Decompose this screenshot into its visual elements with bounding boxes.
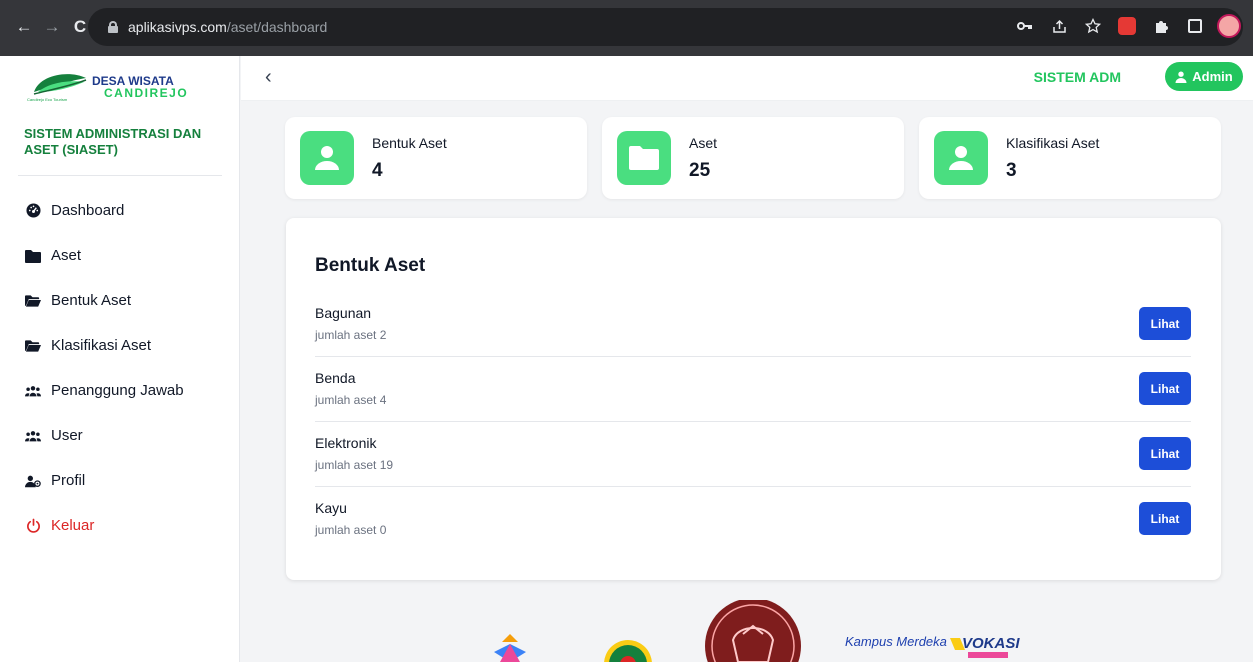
list-item: Kayu jumlah aset 0 Lihat (315, 487, 1191, 552)
stat-label: Bentuk Aset (372, 135, 447, 151)
stat-label: Aset (689, 135, 718, 151)
stat-card-bentuk-aset: Bentuk Aset 4 (285, 117, 587, 199)
extension-icon[interactable] (1115, 14, 1139, 38)
vokasi-logo: VOKASI (950, 635, 1020, 658)
window-icon[interactable] (1183, 14, 1207, 38)
list-item: Bagunan jumlah aset 2 Lihat (315, 292, 1191, 357)
partner-logos: Kampus Merdeka VOKASI (494, 598, 1020, 662)
browser-chrome: ← → C aplikasivps.com/aset/dashboard (0, 0, 1253, 56)
bentuk-aset-list: Bagunan jumlah aset 2 Lihat Benda jumlah… (315, 292, 1191, 552)
sidebar-item-klasifikasi-aset[interactable]: Klasifikasi Aset (0, 323, 240, 368)
puzzle-icon[interactable] (1149, 14, 1173, 38)
sidebar-item-label: Keluar (51, 517, 95, 534)
stat-value: 3 (1006, 160, 1017, 181)
star-logo-icon (494, 634, 526, 662)
bentuk-aset-panel: Bentuk Aset Bagunan jumlah aset 2 Lihat … (286, 218, 1221, 580)
desa-wisata-logo[interactable]: DESA WISATA CANDIREJO Candirejo Eco Tour… (22, 64, 218, 104)
sidebar-item-bentuk-aset[interactable]: Bentuk Aset (0, 278, 240, 323)
stat-value: 25 (689, 160, 711, 181)
users-icon (25, 428, 41, 444)
sidebar-item-label: Dashboard (51, 202, 125, 219)
item-name: Benda (315, 370, 356, 386)
system-label: SISTEM ADM (1033, 69, 1121, 85)
sidebar: DESA WISATA CANDIREJO Candirejo Eco Tour… (0, 56, 240, 662)
stat-value: 4 (372, 160, 383, 181)
sidebar-item-penanggung-jawab[interactable]: Penanggung Jawab (0, 368, 240, 413)
footer-logos: Kampus Merdeka VOKASI (480, 598, 1040, 662)
item-count: jumlah aset 2 (315, 328, 387, 342)
panel-title: Bentuk Aset (315, 255, 426, 276)
stat-card-klasifikasi-aset: Klasifikasi Aset 3 (919, 117, 1221, 199)
sidebar-item-label: Bentuk Aset (51, 292, 132, 309)
user-icon (300, 131, 354, 185)
item-count: jumlah aset 4 (315, 393, 387, 407)
list-item: Benda jumlah aset 4 Lihat (315, 357, 1191, 422)
sidebar-item-label: Aset (51, 247, 82, 264)
item-name: Kayu (315, 500, 347, 516)
sidebar-item-keluar[interactable]: Keluar (0, 503, 240, 548)
url-domain: aplikasivps.com (128, 19, 227, 35)
forward-arrow-icon[interactable]: → (38, 13, 66, 41)
sidebar-item-profil[interactable]: Profil (0, 458, 240, 503)
sidebar-divider (18, 175, 222, 176)
admin-button[interactable]: Admin (1165, 62, 1243, 91)
university-seal-icon (705, 598, 801, 662)
emblem-logo-icon (604, 640, 652, 662)
sidebar-menu: Dashboard Aset Bentuk Aset Klasifikasi A… (0, 188, 240, 548)
profile-avatar-icon[interactable] (1217, 14, 1241, 38)
folder-open-icon (25, 338, 41, 354)
system-title: SISTEM ADMINISTRASI DAN ASET (SIASET) (24, 126, 202, 157)
folder-icon (617, 131, 671, 185)
lihat-button[interactable]: Lihat (1139, 372, 1191, 405)
logo-tagline: Candirejo Eco Tourism (27, 97, 68, 102)
kampus-merdeka-logo: Kampus Merdeka (845, 634, 947, 649)
url-path: /aset/dashboard (226, 19, 328, 35)
users-icon (25, 383, 41, 399)
sidebar-item-label: Penanggung Jawab (51, 382, 184, 399)
lock-icon (108, 21, 118, 33)
dashboard-icon (25, 203, 41, 219)
list-item: Elektronik jumlah aset 19 Lihat (315, 422, 1191, 487)
user-icon (1175, 71, 1187, 83)
user-cog-icon (25, 473, 41, 489)
back-arrow-icon[interactable]: ← (10, 13, 38, 41)
sidebar-item-label: Klasifikasi Aset (51, 337, 152, 354)
item-count: jumlah aset 19 (315, 458, 394, 472)
lihat-button[interactable]: Lihat (1139, 502, 1191, 535)
lihat-button[interactable]: Lihat (1139, 307, 1191, 340)
stat-card-aset: Aset 25 (602, 117, 904, 199)
collapse-sidebar-icon[interactable]: ‹ (265, 66, 272, 89)
sidebar-item-user[interactable]: User (0, 413, 240, 458)
kampus-merdeka-text: Kampus Merdeka (845, 634, 947, 649)
leaf-logo-icon (33, 74, 87, 95)
lihat-button[interactable]: Lihat (1139, 437, 1191, 470)
logo-line2: CANDIREJO (104, 86, 189, 100)
share-icon[interactable] (1047, 14, 1071, 38)
folder-open-icon (25, 293, 41, 309)
user-icon (934, 131, 988, 185)
sidebar-item-aset[interactable]: Aset (0, 233, 240, 278)
sidebar-item-label: User (51, 427, 83, 444)
item-name: Elektronik (315, 435, 377, 451)
browser-actions (1013, 14, 1241, 38)
item-name: Bagunan (315, 305, 372, 321)
star-icon[interactable] (1081, 14, 1105, 38)
sidebar-item-dashboard[interactable]: Dashboard (0, 188, 240, 233)
admin-label: Admin (1192, 69, 1233, 84)
top-bar: ‹ SISTEM ADM Admin (241, 56, 1253, 101)
item-count: jumlah aset 0 (315, 523, 387, 537)
sidebar-item-label: Profil (51, 472, 86, 489)
power-icon (25, 518, 41, 534)
vokasi-text: VOKASI (962, 635, 1020, 652)
browser-toolbar: ← → C aplikasivps.com/aset/dashboard (0, 6, 1253, 48)
folder-icon (25, 248, 41, 264)
key-icon[interactable] (1013, 14, 1037, 38)
stat-label: Klasifikasi Aset (1006, 135, 1100, 151)
